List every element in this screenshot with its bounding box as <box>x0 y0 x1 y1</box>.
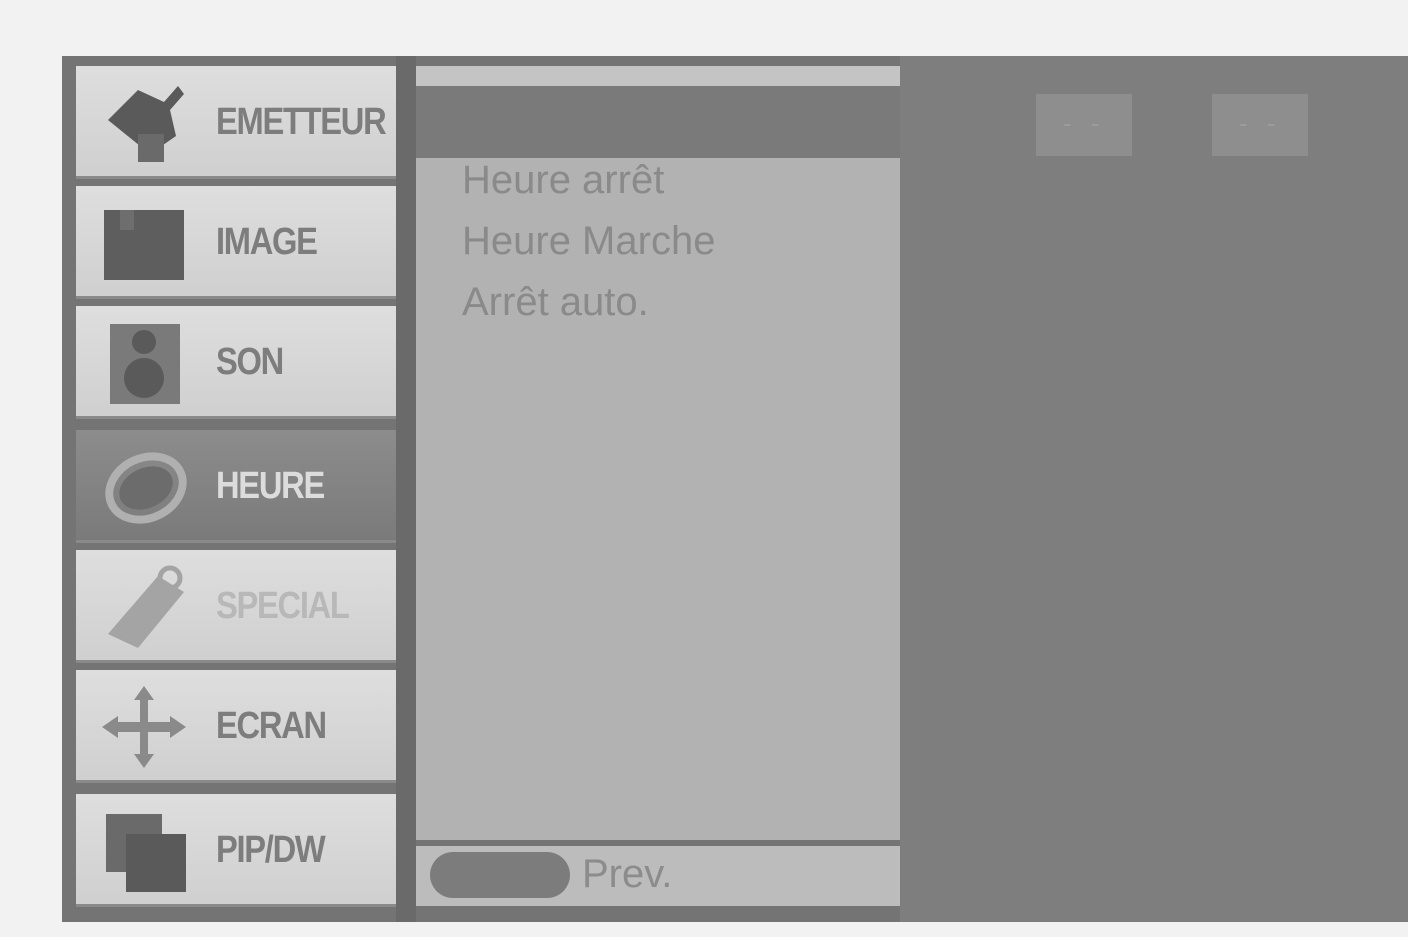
menu-item-label: PIP/DW <box>216 829 326 871</box>
menu-item-emetteur[interactable]: EMETTEUR <box>76 66 396 179</box>
menu-item-image[interactable]: IMAGE <box>76 186 396 299</box>
pip-windows-icon <box>98 808 190 894</box>
minutes-field[interactable]: - - <box>1212 94 1308 156</box>
menu-item-heure[interactable]: HEURE <box>76 430 396 543</box>
submenu-item-arret-auto[interactable]: Arrêt auto. <box>462 280 649 325</box>
satellite-dish-icon <box>98 80 190 166</box>
menu-item-label: HEURE <box>216 465 325 507</box>
submenu-item-heure-marche[interactable]: Heure Marche <box>462 219 715 264</box>
menu-item-son[interactable]: SON <box>76 306 396 419</box>
hours-field[interactable]: - - <box>1036 94 1132 156</box>
picture-icon <box>98 200 190 286</box>
submenu-header <box>416 86 900 158</box>
menu-item-label: SPECIAL <box>216 585 350 627</box>
prev-label: Prev. <box>582 852 673 896</box>
prev-button-icon[interactable] <box>430 852 570 898</box>
clock-ring-icon <box>98 444 190 530</box>
menu-item-special[interactable]: SPECIAL <box>76 550 396 663</box>
menu-item-ecran[interactable]: ECRAN <box>76 670 396 783</box>
submenu-top-bar <box>416 66 900 86</box>
menu-item-label: EMETTEUR <box>216 101 387 143</box>
menu-item-pip-dw[interactable]: PIP/DW <box>76 794 396 907</box>
tag-icon <box>98 564 190 650</box>
menu-item-label: IMAGE <box>216 221 318 263</box>
move-arrows-icon <box>98 684 190 770</box>
menu-divider <box>396 56 416 922</box>
menu-item-label: SON <box>216 341 284 383</box>
hours-value: - - <box>1062 108 1106 138</box>
submenu-item-heure-arret[interactable]: Heure arrêt <box>462 158 664 203</box>
main-menu: EMETTEUR IMAGE SON HEURE SPECIAL ECRAN P… <box>76 66 396 912</box>
right-display-area <box>900 56 1408 922</box>
minutes-value: - - <box>1238 108 1282 138</box>
speaker-icon <box>98 320 190 406</box>
menu-item-label: ECRAN <box>216 705 327 747</box>
